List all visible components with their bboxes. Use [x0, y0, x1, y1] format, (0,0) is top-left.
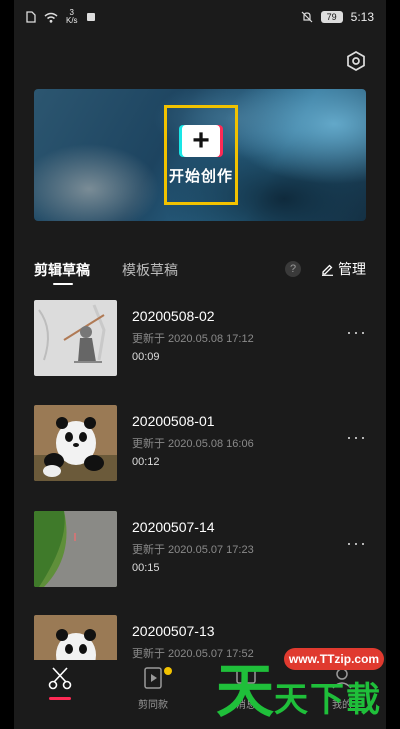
draft-title: 20200508-01	[132, 413, 215, 429]
plus-icon: +	[182, 124, 220, 157]
nav-messages-label: 消息	[236, 700, 256, 711]
scissors-icon	[48, 667, 72, 690]
draft-title: 20200507-14	[132, 519, 215, 535]
draft-thumbnail	[34, 511, 117, 587]
more-options-icon[interactable]: ···	[346, 428, 366, 451]
profile-icon	[332, 668, 352, 689]
draft-updated-time: 更新于 2020.05.07 17:23	[132, 544, 254, 556]
app-screen: 3 K/s 79 5:13 + 开始创作 剪辑草稿 模板草稿 ? 管理 2020…	[14, 0, 386, 729]
nav-profile-label: 我的	[332, 700, 352, 711]
nav-template-label: 剪同款	[138, 700, 168, 711]
wifi-icon	[44, 12, 58, 23]
start-creating-banner[interactable]: + 开始创作	[34, 89, 366, 221]
draft-updated-time: 更新于 2020.05.08 16:06	[132, 438, 254, 450]
road-thumbnail-image	[34, 511, 117, 587]
nav-edit[interactable]	[30, 660, 90, 729]
draft-item[interactable]: 20200508-01 更新于 2020.05.08 16:06 00:12 ·…	[34, 405, 366, 481]
manage-button[interactable]: 管理	[321, 259, 366, 279]
sim-icon	[26, 11, 36, 23]
notification-icon	[86, 13, 95, 21]
panda-thumbnail-image	[34, 405, 117, 481]
tab-edit-drafts[interactable]: 剪辑草稿	[34, 260, 90, 280]
manage-label: 管理	[338, 261, 366, 277]
status-bar: 3 K/s 79 5:13	[14, 0, 386, 34]
more-options-icon[interactable]: ···	[346, 323, 366, 346]
new-badge-dot	[164, 667, 172, 675]
start-creating-button[interactable]: + 开始创作	[164, 105, 238, 205]
draft-updated-time: 更新于 2020.05.08 17:12	[132, 333, 254, 345]
sketch-thumbnail-image	[34, 300, 117, 376]
message-icon	[236, 668, 256, 684]
nav-template[interactable]: 剪同款	[123, 660, 183, 729]
draft-duration: 00:12	[132, 456, 160, 468]
battery-indicator: 79	[320, 11, 343, 23]
draft-duration: 00:15	[132, 562, 160, 574]
settings-button[interactable]	[344, 49, 368, 73]
draft-thumbnail	[34, 405, 117, 481]
draft-title: 20200507-13	[132, 623, 215, 639]
status-right: 79 5:13	[301, 10, 374, 24]
draft-thumbnail	[34, 300, 117, 376]
network-speed-unit: K/s	[66, 16, 78, 25]
status-left: 3 K/s	[26, 9, 96, 25]
draft-item[interactable]: 20200508-02 更新于 2020.05.08 17:12 00:09 ·…	[34, 300, 366, 376]
tab-template-drafts[interactable]: 模板草稿	[122, 260, 178, 280]
help-icon[interactable]: ?	[285, 261, 301, 277]
nav-messages[interactable]: 消息	[216, 660, 276, 729]
draft-item[interactable]: 20200507-14 更新于 2020.05.07 17:23 00:15 ·…	[34, 511, 366, 587]
template-icon	[144, 667, 162, 689]
draft-duration: 00:09	[132, 351, 160, 363]
mute-bell-icon	[301, 11, 313, 23]
network-speed: 3 K/s	[66, 9, 78, 25]
draft-tabs: 剪辑草稿 模板草稿 ? 管理	[34, 256, 366, 290]
bottom-navigation: 剪同款 消息 我的	[14, 660, 386, 729]
start-creating-label: 开始创作	[168, 167, 233, 185]
active-tab-indicator	[53, 283, 73, 285]
edit-pencil-icon	[322, 264, 333, 276]
draft-title: 20200508-02	[132, 308, 215, 324]
more-options-icon[interactable]: ···	[346, 534, 366, 557]
active-nav-indicator	[49, 697, 71, 700]
draft-updated-time: 更新于 2020.05.07 17:52	[132, 648, 254, 660]
gear-icon	[347, 51, 365, 71]
clock: 5:13	[350, 10, 374, 24]
nav-profile[interactable]: 我的	[312, 660, 372, 729]
